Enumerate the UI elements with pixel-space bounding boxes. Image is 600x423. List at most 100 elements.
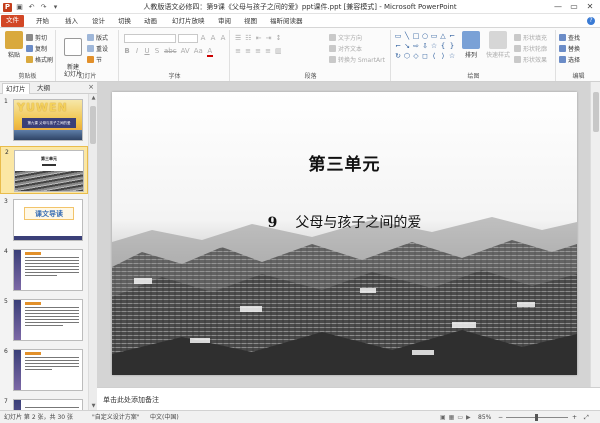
shape-item[interactable]: }	[448, 42, 456, 51]
tab-slideshow[interactable]: 幻灯片放映	[172, 16, 205, 27]
select-button[interactable]: 选择	[559, 56, 580, 65]
grow-font-button[interactable]: A	[200, 34, 206, 42]
shadow-button[interactable]: S	[154, 47, 160, 57]
shape-item[interactable]: ▭	[394, 32, 402, 41]
tab-slides-panel[interactable]: 幻灯片	[2, 83, 30, 94]
shape-item[interactable]: △	[439, 32, 447, 41]
shape-item[interactable]: ⬡	[403, 52, 411, 61]
shape-item[interactable]: ⌐	[394, 42, 402, 51]
slide-thumbnail-1[interactable]: 1 YUWEN 第九课 父母与孩子之间的爱	[0, 96, 88, 144]
language-status[interactable]: 中文(中国)	[150, 414, 179, 421]
paste-button[interactable]: 粘贴	[2, 31, 26, 59]
font-size-combo[interactable]	[178, 34, 198, 43]
increase-indent-icon[interactable]: ⇥	[266, 34, 272, 42]
align-left-icon[interactable]: ≡	[235, 47, 241, 55]
bullets-icon[interactable]: ☰	[235, 34, 241, 42]
zoom-in-button[interactable]: +	[572, 414, 577, 421]
help-icon[interactable]: ?	[587, 17, 595, 25]
slide-thumbnail-4[interactable]: 4	[0, 246, 88, 294]
shape-item[interactable]: ⇨	[412, 42, 420, 51]
slide-thumbnail-6[interactable]: 6	[0, 346, 88, 394]
shape-item[interactable]: □	[412, 32, 420, 41]
shape-fill-button[interactable]: 形状填充	[514, 34, 547, 43]
slide-thumbnail-2[interactable]: 2 第三单元	[0, 146, 88, 194]
shape-item[interactable]: ↘	[403, 42, 411, 51]
slide-subtitle[interactable]: 9 父母与孩子之间的爱	[112, 212, 577, 232]
shape-item[interactable]: ▭	[430, 32, 438, 41]
shape-item[interactable]: {	[439, 42, 447, 51]
strikethrough-button[interactable]: abc	[164, 47, 177, 57]
scroll-thumb[interactable]	[90, 106, 96, 144]
view-buttons[interactable]: ▣▦▭▶	[440, 414, 474, 421]
smartart-button[interactable]: 转换为 SmartArt	[329, 56, 385, 65]
notes-placeholder[interactable]: 单击此处添加备注	[103, 395, 159, 405]
shape-outline-button[interactable]: 形状轮廓	[514, 45, 547, 54]
thumbnails-scrollbar[interactable]: ▲ ▼	[88, 94, 97, 410]
shape-item[interactable]: ⇩	[421, 42, 429, 51]
minimize-button[interactable]: —	[552, 1, 564, 12]
clear-format-button[interactable]: A	[220, 34, 226, 42]
italic-button[interactable]: I	[134, 47, 140, 57]
notes-pane[interactable]: 单击此处添加备注	[97, 387, 600, 410]
tab-home[interactable]: 开始	[36, 16, 49, 27]
change-case-button[interactable]: Aa	[194, 47, 203, 57]
decrease-indent-icon[interactable]: ⇤	[256, 34, 262, 42]
tab-outline-panel[interactable]: 大纲	[34, 83, 53, 94]
char-spacing-button[interactable]: AV	[181, 47, 190, 57]
font-color-button[interactable]: A	[206, 47, 213, 57]
maximize-button[interactable]: ▭	[568, 1, 580, 12]
fit-to-window-icon[interactable]: ⤢	[584, 414, 589, 421]
panel-close-icon[interactable]: ×	[88, 83, 94, 91]
find-button[interactable]: 查找	[559, 34, 580, 43]
tab-view[interactable]: 视图	[244, 16, 257, 27]
underline-button[interactable]: U	[144, 47, 150, 57]
line-spacing-icon[interactable]: ↕	[276, 34, 282, 42]
tab-file[interactable]: 文件	[1, 15, 24, 27]
align-right-icon[interactable]: ≡	[255, 47, 261, 55]
tab-insert[interactable]: 插入	[65, 16, 78, 27]
shape-item[interactable]: ⌐	[448, 32, 456, 41]
justify-icon[interactable]: ≡	[265, 47, 271, 55]
reset-button[interactable]: 重设	[87, 45, 108, 54]
align-text-button[interactable]: 对齐文本	[329, 45, 362, 54]
close-button[interactable]: ✕	[584, 1, 596, 12]
slide-title[interactable]: 第三单元	[112, 150, 577, 175]
shape-item[interactable]: ◻	[421, 52, 429, 61]
shape-item[interactable]: ╲	[403, 32, 411, 41]
slide-thumbnail-7[interactable]: 7	[0, 396, 88, 410]
text-direction-button[interactable]: 文字方向	[329, 34, 362, 43]
arrange-button[interactable]: 排列	[460, 31, 482, 59]
numbering-icon[interactable]: ☷	[245, 34, 251, 42]
columns-icon[interactable]: ▥	[275, 47, 282, 55]
font-name-combo[interactable]	[124, 34, 176, 43]
shape-item[interactable]: ○	[421, 32, 429, 41]
current-slide[interactable]: 第三单元 9 父母与孩子之间的爱	[112, 92, 577, 375]
replace-button[interactable]: 替换	[559, 45, 580, 54]
slide-thumbnail-5[interactable]: 5	[0, 296, 88, 344]
zoom-out-button[interactable]: −	[498, 414, 503, 421]
zoom-slider-knob[interactable]	[535, 414, 538, 421]
tab-transitions[interactable]: 切换	[118, 16, 131, 27]
zoom-level[interactable]: 85%	[478, 414, 491, 421]
tab-design[interactable]: 设计	[92, 16, 105, 27]
slide-thumbnail-3[interactable]: 3 课文导读	[0, 196, 88, 244]
quick-styles-button[interactable]: 快速样式	[484, 31, 512, 59]
shape-item[interactable]: ⟨	[430, 52, 438, 61]
editor-scrollbar[interactable]	[590, 82, 600, 387]
tab-review[interactable]: 审阅	[218, 16, 231, 27]
align-center-icon[interactable]: ≡	[245, 47, 251, 55]
shape-item[interactable]: ◇	[412, 52, 420, 61]
editor-scroll-thumb[interactable]	[593, 92, 599, 132]
format-painter-button[interactable]: 格式刷	[26, 56, 53, 65]
shape-item[interactable]: ☆	[430, 42, 438, 51]
shape-item[interactable]: ↻	[394, 52, 402, 61]
shrink-font-button[interactable]: A	[210, 34, 216, 42]
shape-item[interactable]: ⟩	[439, 52, 447, 61]
tab-animations[interactable]: 动画	[144, 16, 157, 27]
tab-foxit-reader[interactable]: 福昕阅读器	[270, 16, 303, 27]
shapes-gallery[interactable]: ▭ ╲ □ ○ ▭ △ ⌐ ⌐ ↘ ⇨ ⇩ ☆ { } ↻ ⬡ ◇ ◻ ⟨ ⟩ …	[394, 32, 456, 68]
layout-button[interactable]: 版式	[87, 34, 108, 43]
bold-button[interactable]: B	[124, 47, 130, 57]
section-button[interactable]: 节	[87, 56, 102, 65]
cut-button[interactable]: 剪切	[26, 34, 47, 43]
